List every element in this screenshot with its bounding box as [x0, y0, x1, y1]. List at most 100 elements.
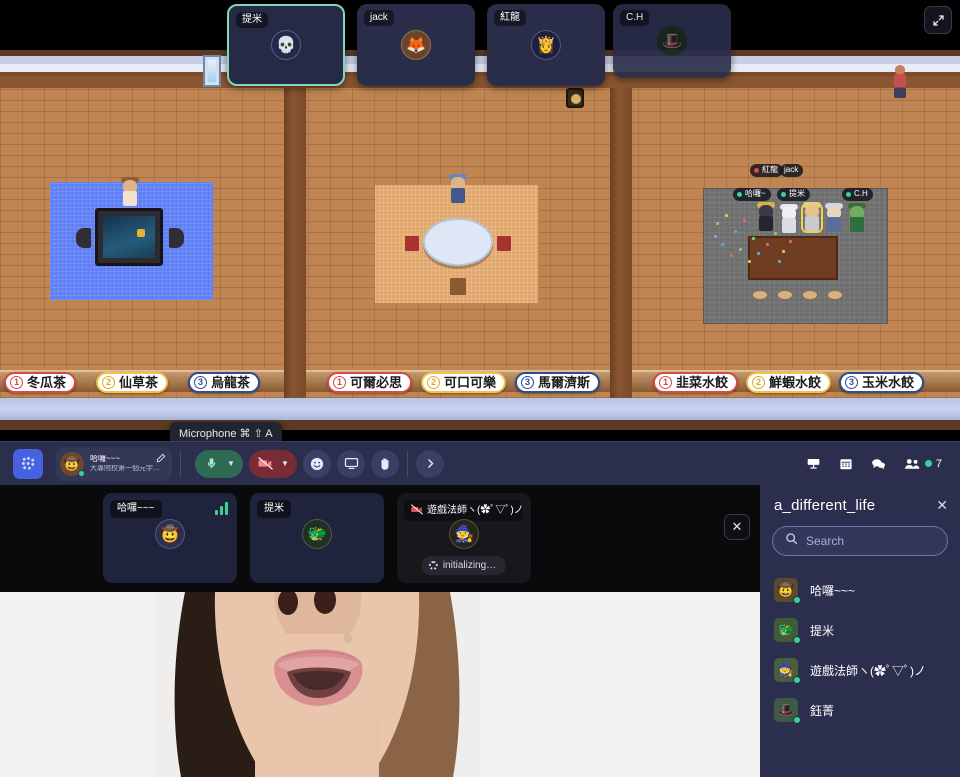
close-icon[interactable]: ✕ [936, 497, 948, 514]
list-item[interactable]: 🧙 遊戲法師ヽ(✿ﾟ▽ﾟ)ノ [760, 650, 960, 690]
avatar: 🎩 [774, 698, 801, 724]
mainstage-icon[interactable] [806, 457, 821, 471]
chat-icon[interactable] [871, 457, 886, 471]
list-item[interactable]: 🤠 哈囉~~~ [760, 570, 960, 610]
initializing-label: initializing… [442, 560, 497, 571]
menu-item-number: 3 [194, 376, 207, 389]
participants-button[interactable]: 7 [904, 457, 942, 471]
map-lower-wall [0, 420, 960, 430]
map-wall-band [0, 50, 960, 90]
map-chair [497, 236, 511, 251]
map-avatar [121, 177, 139, 206]
map-chair [405, 236, 419, 251]
map-menu-item[interactable]: 3 烏龍茶 [188, 372, 261, 393]
list-item[interactable]: 🎩 鈺菁 [760, 690, 960, 730]
video-tile-name: 遊戲法師ヽ(✿ﾟ▽ﾟ)ノ [404, 500, 522, 521]
map-tv-indicator [137, 229, 145, 237]
participant-name: 提米 [810, 623, 835, 638]
gather-logo-icon[interactable] [13, 448, 43, 479]
participant-card-honglong[interactable]: 紅龍 👸 [487, 4, 605, 86]
game-map[interactable]: 紅龍 jack 哈囉~ 提米 C.H 1 冬瓜茶 2 仙草茶 3 烏龍茶 1 可… [0, 0, 960, 441]
more-options-button[interactable] [416, 449, 444, 478]
participants-panel: a_different_life ✕ Search 🤠 哈囉~~~ 🐲 提米 🧙 [760, 485, 960, 777]
map-chair [450, 278, 466, 295]
status-dot [737, 191, 742, 197]
map-wall-divider [610, 88, 632, 398]
online-dot [793, 596, 801, 604]
online-dot [78, 469, 85, 477]
menu-item-label: 冬瓜茶 [27, 375, 67, 390]
emoji-button[interactable] [303, 449, 331, 478]
map-menu-item[interactable]: 1 冬瓜茶 [4, 372, 77, 393]
avatar: 🤠 [60, 451, 85, 477]
webcam-image [155, 592, 480, 777]
video-tile-wizard[interactable]: 遊戲法師ヽ(✿ﾟ▽ﾟ)ノ 🧙 initializing… [397, 493, 531, 583]
app-root: 紅龍 jack 哈囉~ 提米 C.H 1 冬瓜茶 2 仙草茶 3 烏龍茶 1 可… [0, 0, 960, 777]
chevron-down-icon[interactable]: ▼ [277, 459, 293, 468]
menu-item-number: 3 [845, 376, 858, 389]
online-dot [924, 460, 932, 467]
participant-card-ch[interactable]: C.H 🎩 [613, 4, 731, 78]
participant-card-name: 提米 [236, 12, 268, 28]
avatar: 🐲 [774, 618, 801, 644]
video-tile-haluo[interactable]: 哈囉~~~ 🤠 [103, 493, 237, 583]
search-input[interactable]: Search [772, 526, 948, 556]
map-avatar [757, 202, 775, 231]
avatar: 🐲 [302, 519, 332, 550]
video-tile-name-text: 遊戲法師ヽ(✿ﾟ▽ﾟ)ノ [427, 504, 522, 516]
map-wall-divider [284, 88, 306, 398]
user-status-button[interactable]: 🤠 哈囉~~~ 大專院校第一個元宇宙... [56, 446, 172, 481]
map-round-table [423, 218, 493, 266]
menu-item-number: 2 [427, 376, 440, 389]
map-nametag: 紅龍 [750, 164, 783, 177]
search-icon [785, 532, 798, 550]
map-menu-item[interactable]: 2 可口可樂 [421, 372, 507, 393]
initializing-status: initializing… [421, 556, 507, 575]
map-avatar [825, 203, 843, 232]
map-menu-item[interactable]: 2 鮮蝦水餃 [746, 372, 832, 393]
participant-card-name: C.H [620, 10, 650, 26]
map-nametag: 哈囉~ [733, 188, 771, 201]
participant-card-jack[interactable]: jack 🦊 [357, 4, 475, 86]
map-menu-item[interactable]: 2 仙草茶 [96, 372, 169, 393]
video-tile-timi[interactable]: 提米 🐲 [250, 493, 384, 583]
expand-icon[interactable] [924, 6, 952, 34]
spinner-icon [428, 561, 438, 570]
user-status: 大專院校第一個元宇宙... [90, 464, 164, 472]
menu-item-label: 韭菜水餃 [676, 375, 729, 390]
online-dot [793, 636, 801, 644]
map-menu-item[interactable]: 3 馬爾濟斯 [515, 372, 601, 393]
status-dot [781, 191, 786, 197]
main-video-feed[interactable] [0, 592, 760, 777]
raise-hand-button[interactable] [371, 449, 399, 478]
menu-item-number: 1 [333, 376, 346, 389]
map-menu-item[interactable]: 3 玉米水餃 [839, 372, 925, 393]
close-icon[interactable]: ✕ [724, 514, 750, 540]
map-nametag-label: 提米 [789, 189, 805, 198]
screenshare-button[interactable] [337, 449, 365, 478]
avatar: 💀 [271, 30, 301, 60]
map-stool [802, 290, 818, 300]
map-tv [95, 208, 163, 266]
microphone-icon [199, 457, 223, 470]
pencil-icon[interactable] [156, 453, 166, 465]
map-nametag-label: C.H [854, 189, 868, 198]
camera-button[interactable]: ▼ [249, 449, 297, 478]
video-tile-name: 提米 [257, 500, 291, 518]
map-menu-item[interactable]: 1 可爾必思 [327, 372, 413, 393]
menu-item-label: 玉米水餃 [862, 375, 915, 390]
map-menu-item[interactable]: 1 韭菜水餃 [653, 372, 739, 393]
map-nametag: 提米 [777, 188, 810, 201]
menu-item-number: 1 [659, 376, 672, 389]
calendar-icon[interactable] [839, 457, 853, 471]
map-clock [566, 88, 584, 108]
menu-item-label: 烏龍茶 [211, 375, 251, 390]
chevron-down-icon[interactable]: ▼ [223, 459, 239, 468]
microphone-button[interactable]: ▼ [195, 449, 243, 478]
video-stage [155, 592, 480, 777]
panel-title: a_different_life [774, 497, 876, 514]
participant-name: 遊戲法師ヽ(✿ﾟ▽ﾟ)ノ [810, 663, 926, 678]
status-dot [846, 191, 851, 197]
participant-card-timi[interactable]: 提米 💀 [227, 4, 345, 86]
list-item[interactable]: 🐲 提米 [760, 610, 960, 650]
